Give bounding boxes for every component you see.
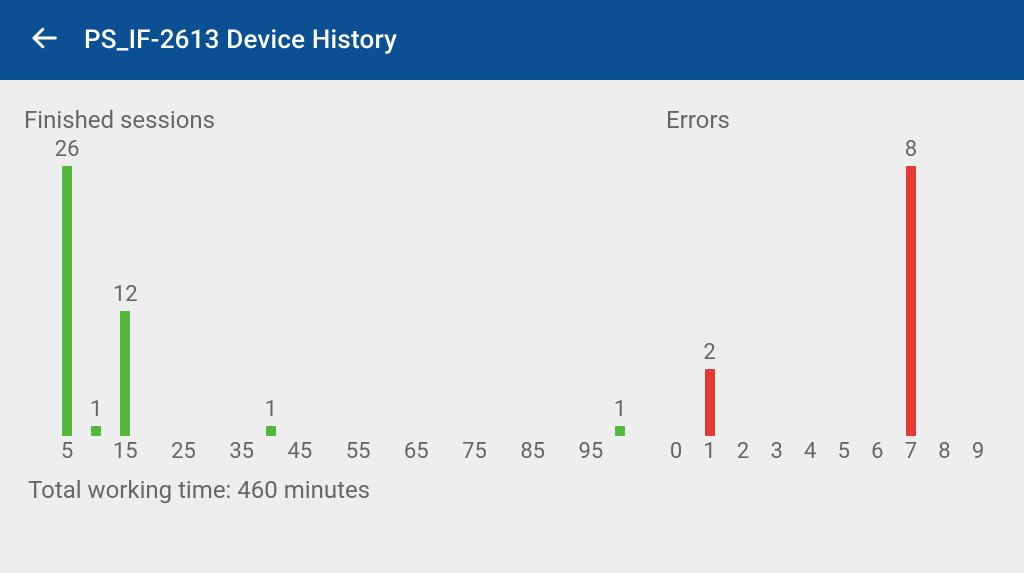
errors-title: Errors	[666, 106, 1000, 134]
finished-axis-tick: 35	[229, 439, 254, 464]
finished-bar-rect	[266, 426, 276, 436]
finished-axis-tick: 75	[462, 439, 487, 464]
errors-axis-tick: 1	[703, 439, 715, 464]
finished-axis-tick: 45	[288, 439, 313, 464]
finished-axis-tick: 25	[171, 439, 196, 464]
errors-bars: 28	[666, 154, 1000, 436]
errors-bar: 2	[705, 369, 715, 437]
finished-sessions-panel: Finished sessions 26 1 12 1 1 5 15 25 35 45 55 65 7…	[24, 100, 634, 504]
errors-panel: Errors 28 0123456789	[666, 100, 1000, 504]
finished-sessions-axis: 5 15 25 35 45 55 65 75 85 95	[24, 436, 634, 464]
finished-bar-value: 1	[614, 397, 626, 422]
finished-axis-tick: 95	[579, 439, 604, 464]
finished-bar-rect	[615, 426, 625, 436]
errors-axis-tick: 5	[838, 439, 850, 464]
finished-sessions-bars: 26 1 12 1 1	[24, 154, 634, 436]
errors-axis-tick: 2	[737, 439, 749, 464]
finished-axis-tick: 65	[404, 439, 429, 464]
finished-axis-tick: 85	[520, 439, 545, 464]
errors-bar: 8	[906, 166, 916, 436]
finished-bar-value: 12	[113, 282, 138, 307]
finished-bar-rect	[62, 166, 72, 436]
finished-sessions-title: Finished sessions	[24, 106, 634, 134]
back-button[interactable]	[24, 20, 64, 60]
content: Finished sessions 2611211 51525354555657…	[0, 80, 1024, 504]
finished-bar-rect	[120, 311, 130, 436]
finished-bar: 1	[615, 426, 625, 436]
errors-axis-tick: 7	[905, 439, 917, 464]
errors-bar-value: 2	[703, 340, 715, 365]
errors-axis-tick: 6	[871, 439, 883, 464]
finished-bar-value: 1	[90, 397, 102, 422]
errors-chart: 28 0123456789	[666, 154, 1000, 464]
page-title: PS_IF-2613 Device History	[84, 25, 397, 55]
finished-bar-rect	[91, 426, 101, 436]
finished-bar: 1	[91, 426, 101, 436]
app-header: PS_IF-2613 Device History	[0, 0, 1024, 80]
errors-axis-tick: 9	[972, 439, 984, 464]
errors-bar-rect	[906, 166, 916, 436]
finished-bar: 26	[62, 166, 72, 436]
finished-axis-tick: 15	[113, 439, 138, 464]
errors-bar-rect	[705, 369, 715, 437]
errors-axis: 0123456789	[666, 436, 1000, 464]
back-arrow-icon	[29, 23, 59, 57]
finished-bar-value: 26	[55, 137, 80, 162]
finished-bar: 12	[120, 311, 130, 436]
finished-sessions-chart: 26 1 12 1 1 5 15 25 35 45 55 65 75 85 95	[24, 154, 634, 464]
errors-axis-tick: 0	[670, 439, 682, 464]
errors-axis-tick: 3	[770, 439, 782, 464]
finished-axis-tick: 55	[346, 439, 371, 464]
total-working-time: Total working time: 460 minutes	[24, 476, 634, 504]
errors-bar-value: 8	[905, 137, 917, 162]
finished-axis-tick: 5	[61, 439, 73, 464]
errors-axis-tick: 8	[938, 439, 950, 464]
errors-axis-tick: 4	[804, 439, 816, 464]
finished-bar-value: 1	[265, 397, 277, 422]
finished-bar: 1	[266, 426, 276, 436]
